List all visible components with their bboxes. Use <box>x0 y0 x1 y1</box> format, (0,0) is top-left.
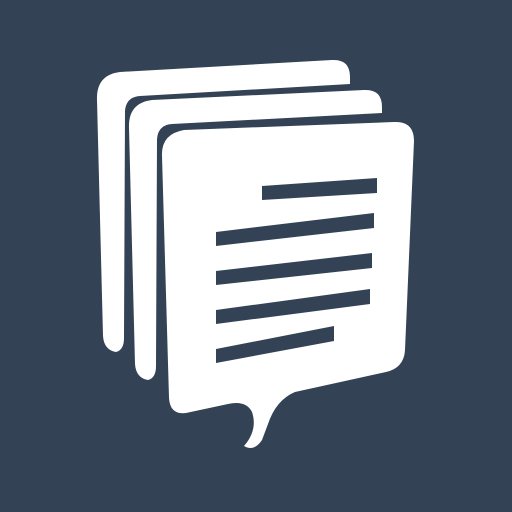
app-icon <box>0 0 512 512</box>
stacked-speech-bubble-documents-icon <box>0 0 512 512</box>
